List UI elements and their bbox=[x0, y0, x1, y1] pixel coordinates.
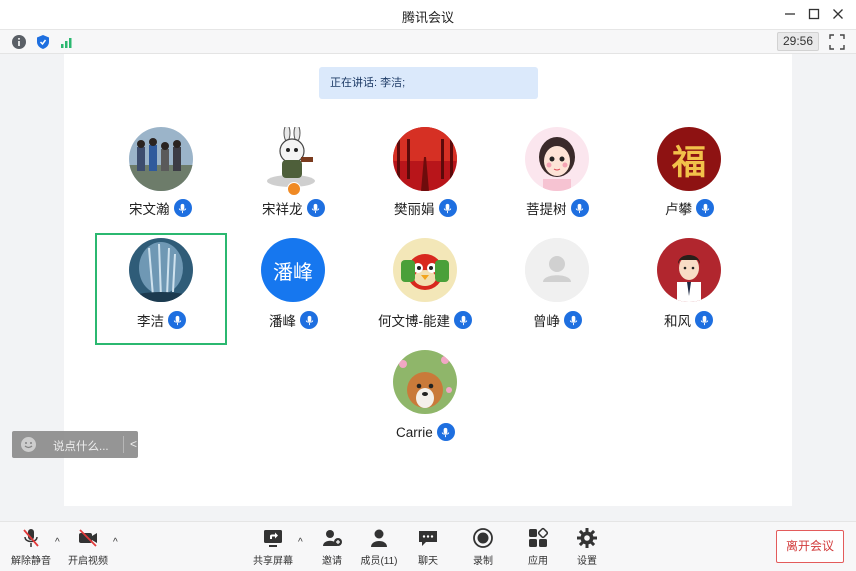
avatar-zengzheng[interactable] bbox=[525, 238, 589, 302]
mic-icon bbox=[696, 199, 714, 217]
participant-name-row: 菩提树 bbox=[526, 198, 589, 218]
participant-name-row: 李洁 bbox=[137, 310, 186, 330]
mic-icon bbox=[168, 311, 186, 329]
chat-bubble-icon bbox=[419, 531, 437, 546]
security-shield-icon[interactable] bbox=[34, 33, 52, 51]
mic-icon bbox=[173, 199, 192, 217]
title-bar: 腾讯会议 bbox=[0, 0, 856, 30]
share-screen-icon bbox=[264, 530, 282, 547]
mic-icon bbox=[438, 199, 457, 217]
participant-name-row: 卢攀 bbox=[665, 198, 714, 218]
avatar-putishu[interactable] bbox=[525, 127, 589, 191]
maximize-button[interactable] bbox=[803, 4, 825, 24]
meeting-timer: 29:56 bbox=[777, 32, 819, 51]
collapse-chevron-icon[interactable]: < bbox=[130, 437, 137, 451]
participant-name: 曾峥 bbox=[533, 314, 560, 329]
participant-name-row: Carrie bbox=[396, 422, 455, 442]
participant-name-row: 宋文瀚 bbox=[129, 198, 192, 218]
apps-grid-icon bbox=[529, 527, 549, 547]
leave-meeting-button[interactable]: 离开会议 bbox=[776, 530, 844, 563]
participant-name-row: 潘峰 bbox=[269, 310, 318, 330]
apps-button[interactable]: 应用 bbox=[523, 527, 553, 567]
participant-name: 宋祥龙 bbox=[262, 202, 303, 217]
start-video-label: 开启视频 bbox=[68, 556, 108, 567]
invite-label: 邀请 bbox=[322, 556, 342, 567]
mic-icon bbox=[695, 311, 713, 329]
members-icon bbox=[371, 529, 387, 547]
avatar-fu-text: 福 bbox=[672, 142, 706, 183]
mic-icon bbox=[564, 311, 582, 329]
chat-button[interactable]: 聊天 bbox=[413, 527, 443, 567]
mic-muted-icon bbox=[23, 529, 39, 547]
record-label: 录制 bbox=[473, 556, 493, 567]
participant-name: 李洁 bbox=[137, 314, 164, 329]
share-screen-button[interactable]: 共享屏幕 bbox=[252, 527, 294, 567]
add-person-icon bbox=[323, 530, 342, 546]
unmute-label: 解除静音 bbox=[11, 556, 51, 567]
close-button[interactable] bbox=[827, 4, 849, 24]
video-options-chevron-icon[interactable]: ^ bbox=[113, 538, 123, 548]
mic-icon bbox=[570, 199, 589, 217]
speaking-indicator: 正在讲话: 李洁; bbox=[319, 67, 538, 99]
participant-name: 菩提树 bbox=[526, 202, 567, 217]
settings-label: 设置 bbox=[577, 556, 597, 567]
video-off-icon bbox=[79, 529, 97, 547]
mic-icon bbox=[436, 423, 455, 441]
mic-icon bbox=[454, 311, 472, 329]
participant-name-row: 何文博-能建 bbox=[378, 310, 472, 330]
share-options-chevron-icon[interactable]: ^ bbox=[298, 538, 308, 548]
participant-name: Carrie bbox=[396, 424, 433, 440]
divider bbox=[123, 436, 124, 453]
avatar-fanlijuan[interactable] bbox=[393, 127, 457, 191]
participant-name: 宋文瀚 bbox=[129, 202, 170, 217]
participant-name-row: 曾峥 bbox=[533, 310, 582, 330]
participant-name-row: 宋祥龙 bbox=[262, 198, 325, 218]
record-button[interactable]: 录制 bbox=[468, 527, 498, 567]
apps-label: 应用 bbox=[528, 556, 548, 567]
avatar-carrie[interactable] bbox=[393, 350, 457, 414]
participant-name-row: 和风 bbox=[664, 310, 713, 330]
unmute-button[interactable]: 解除静音 bbox=[10, 527, 52, 567]
meeting-info-bar: 29:56 bbox=[0, 30, 856, 54]
info-icon[interactable] bbox=[10, 33, 28, 51]
share-screen-label: 共享屏幕 bbox=[253, 556, 293, 567]
host-badge-icon bbox=[287, 182, 301, 196]
avatar-hewenbo[interactable] bbox=[393, 238, 457, 302]
settings-button[interactable]: 设置 bbox=[572, 527, 602, 567]
chat-label: 聊天 bbox=[418, 556, 438, 567]
bottom-toolbar: 解除静音 ^ 开启视频 ^ 共享屏幕 ^ 邀请 成员(11) 聊天 录制 应用 … bbox=[0, 521, 856, 571]
participant-name: 潘峰 bbox=[269, 314, 296, 329]
avatar-initials: 潘峰 bbox=[273, 261, 313, 284]
mic-icon bbox=[300, 311, 318, 329]
chat-placeholder: 说点什么... bbox=[53, 441, 109, 453]
participant-name-row: 樊丽娟 bbox=[394, 198, 457, 218]
gear-icon bbox=[577, 528, 597, 548]
minimize-button[interactable] bbox=[779, 4, 801, 24]
avatar-panfeng[interactable]: 潘峰 bbox=[261, 238, 325, 302]
window-title: 腾讯会议 bbox=[401, 10, 454, 25]
invite-button[interactable]: 邀请 bbox=[316, 527, 348, 567]
members-button[interactable]: 成员(11) bbox=[356, 527, 402, 567]
avatar-hefeng[interactable] bbox=[657, 238, 721, 302]
avatar-songwenhan[interactable] bbox=[129, 127, 193, 191]
network-signal-icon[interactable] bbox=[58, 33, 76, 51]
participant-name: 和风 bbox=[664, 314, 691, 329]
mic-icon bbox=[306, 199, 325, 217]
members-label: 成员(11) bbox=[360, 556, 398, 567]
avatar-lijie[interactable] bbox=[129, 238, 193, 302]
avatar-lupan[interactable]: 福 bbox=[657, 127, 721, 191]
record-icon bbox=[473, 528, 493, 548]
participant-name: 卢攀 bbox=[665, 202, 692, 217]
audio-options-chevron-icon[interactable]: ^ bbox=[55, 538, 65, 548]
participant-name: 何文博-能建 bbox=[378, 314, 450, 329]
participant-name: 樊丽娟 bbox=[394, 202, 435, 217]
emoji-icon[interactable] bbox=[20, 436, 37, 453]
default-person-icon bbox=[525, 238, 589, 302]
fullscreen-icon[interactable] bbox=[828, 33, 846, 51]
start-video-button[interactable]: 开启视频 bbox=[67, 527, 109, 567]
chat-input[interactable]: 说点什么... < bbox=[12, 431, 138, 458]
